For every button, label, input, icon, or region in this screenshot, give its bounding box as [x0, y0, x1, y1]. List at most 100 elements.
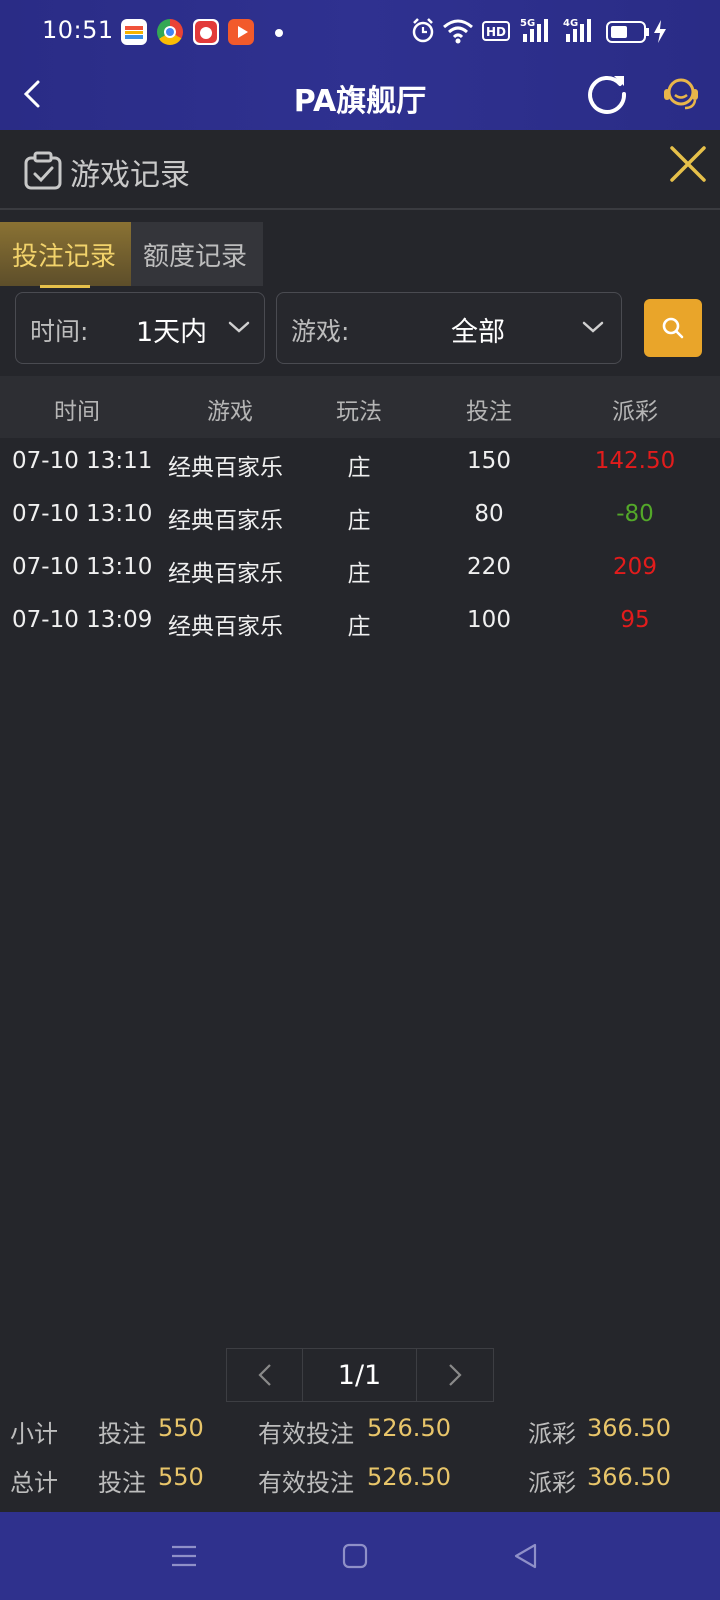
status-time: 10:51	[42, 16, 114, 44]
cell-time: 07-10 13:11	[12, 448, 153, 474]
column-header-payout: 派彩	[612, 399, 658, 425]
refresh-icon	[588, 76, 627, 114]
chevron-down-icon	[228, 321, 250, 333]
cell-bet: 80	[474, 501, 504, 527]
battery-icon	[606, 16, 650, 46]
table-row[interactable]: 07-10 13:11 经典百家乐 庄 150 142.50	[0, 438, 720, 491]
table-row[interactable]: 07-10 13:10 经典百家乐 庄 80 -80	[0, 491, 720, 544]
close-icon	[670, 146, 706, 182]
cell-play: 庄	[347, 455, 371, 481]
tab-bet-records[interactable]: 投注记录	[0, 222, 131, 288]
more-notifications-dot	[275, 29, 283, 37]
subtotal-valid-value: 526.50	[367, 1414, 451, 1442]
subtotal-payout-value: 366.50	[587, 1414, 671, 1442]
total-label: 总计	[10, 1469, 58, 1497]
cell-payout: 209	[613, 554, 657, 580]
video-app-icon	[228, 19, 254, 45]
column-header-time: 时间	[54, 399, 100, 425]
prev-page-button[interactable]	[227, 1349, 303, 1401]
subtotal-bet-value: 550	[158, 1414, 204, 1442]
total-bet-value: 550	[158, 1463, 204, 1491]
chrome-app-icon	[157, 19, 183, 45]
tab-credit-records[interactable]: 额度记录	[131, 222, 263, 286]
subtotal-label: 小计	[10, 1420, 58, 1448]
total-payout-value: 366.50	[587, 1463, 671, 1491]
total-valid-value: 526.50	[367, 1463, 451, 1491]
cell-payout: -80	[616, 501, 654, 527]
panel-title: 游戏记录	[70, 158, 190, 193]
cell-time: 07-10 13:10	[12, 501, 153, 527]
time-filter-value: 1天内	[136, 317, 208, 348]
charging-icon	[652, 16, 668, 46]
records-list: 07-10 13:11 经典百家乐 庄 150 142.50 07-10 13:…	[0, 438, 720, 650]
close-button[interactable]	[666, 142, 710, 186]
hd-icon: HD	[482, 16, 510, 46]
app-bar: PA旗舰厅	[0, 64, 720, 130]
panel-header: 游戏记录	[0, 130, 720, 210]
game-filter-label: 游戏:	[291, 317, 350, 346]
search-icon	[662, 317, 684, 339]
page-indicator: 1/1	[303, 1349, 417, 1401]
refresh-button[interactable]	[584, 70, 630, 116]
menu-button[interactable]	[168, 1540, 200, 1572]
column-header-game: 游戏	[207, 399, 253, 425]
wallet-app-icon	[121, 19, 147, 45]
cell-payout: 95	[620, 607, 650, 633]
back-triangle-icon	[514, 1543, 537, 1569]
game-filter-dropdown[interactable]: 游戏: 全部	[276, 292, 622, 364]
chevron-right-icon	[449, 1364, 462, 1386]
cell-bet: 220	[467, 554, 511, 580]
home-button[interactable]	[339, 1540, 371, 1572]
time-filter-label: 时间:	[30, 317, 89, 346]
cell-play: 庄	[347, 561, 371, 587]
cell-bet: 150	[467, 448, 511, 474]
cell-time: 07-10 13:09	[12, 607, 153, 633]
signal-4g-icon: 4G	[562, 16, 596, 46]
status-bar: 10:51 HD 5G 4G	[0, 0, 720, 64]
time-filter-dropdown[interactable]: 时间: 1天内	[15, 292, 265, 364]
svg-text:5G: 5G	[520, 18, 535, 29]
alarm-icon	[410, 16, 436, 46]
column-header-play: 玩法	[336, 399, 382, 425]
menu-icon	[172, 1545, 196, 1567]
table-row[interactable]: 07-10 13:10 经典百家乐 庄 220 209	[0, 544, 720, 597]
cell-bet: 100	[467, 607, 511, 633]
subtotal-payout-key: 派彩	[528, 1420, 576, 1448]
next-page-button[interactable]	[417, 1349, 493, 1401]
cell-game: 经典百家乐	[168, 508, 283, 534]
svg-text:HD: HD	[486, 25, 506, 39]
pagination: 1/1	[226, 1348, 494, 1402]
cell-time: 07-10 13:10	[12, 554, 153, 580]
subtotal-bet-key: 投注	[98, 1420, 146, 1448]
wifi-icon	[442, 16, 474, 46]
cell-play: 庄	[347, 614, 371, 640]
headset-icon	[664, 78, 698, 110]
signal-5g-icon: 5G	[519, 16, 553, 46]
home-square-icon	[342, 1543, 368, 1569]
game-filter-value: 全部	[451, 317, 505, 348]
back-nav-button[interactable]	[510, 1540, 542, 1572]
game-app-icon	[193, 19, 219, 45]
subtotal-row: 小计 投注 550 有效投注 526.50 派彩 366.50	[0, 1414, 720, 1454]
column-header-bet: 投注	[466, 399, 512, 425]
table-row[interactable]: 07-10 13:09 经典百家乐 庄 100 95	[0, 597, 720, 650]
chevron-left-icon	[257, 1364, 271, 1386]
search-button[interactable]	[644, 299, 702, 357]
cell-play: 庄	[347, 508, 371, 534]
table-header: 时间 游戏 玩法 投注 派彩	[0, 376, 720, 438]
customer-service-button[interactable]	[658, 70, 704, 116]
svg-text:4G: 4G	[563, 18, 578, 29]
chevron-down-icon	[582, 321, 604, 333]
cell-game: 经典百家乐	[168, 561, 283, 587]
record-tabs: 投注记录 额度记录	[0, 222, 263, 288]
cell-payout: 142.50	[594, 448, 676, 474]
total-bet-key: 投注	[98, 1469, 146, 1497]
clipboard-check-icon	[22, 150, 64, 192]
total-valid-key: 有效投注	[258, 1469, 354, 1497]
total-row: 总计 投注 550 有效投注 526.50 派彩 366.50	[0, 1463, 720, 1503]
cell-game: 经典百家乐	[168, 614, 283, 640]
system-nav-bar	[0, 1512, 720, 1600]
cell-game: 经典百家乐	[168, 455, 283, 481]
subtotal-valid-key: 有效投注	[258, 1420, 354, 1448]
total-payout-key: 派彩	[528, 1469, 576, 1497]
